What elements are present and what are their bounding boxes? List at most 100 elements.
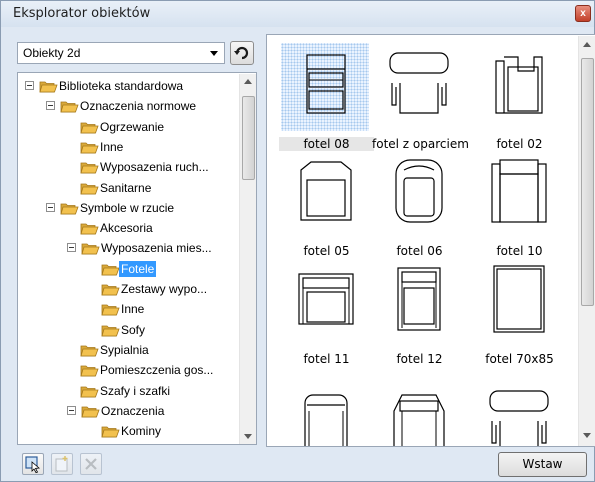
- tree-item[interactable]: Sypialnia: [18, 342, 238, 358]
- folder-icon: [81, 242, 100, 255]
- object-tile[interactable]: fotel 05: [279, 148, 377, 268]
- tree-item[interactable]: Oznaczenia normowe: [18, 98, 238, 114]
- armchair-icon: [395, 159, 443, 223]
- tree-item-label: Inne: [100, 139, 124, 154]
- tree-item[interactable]: Fotele: [18, 260, 238, 277]
- armchair-icon: [397, 267, 441, 331]
- armchair-icon: [493, 265, 545, 333]
- objects-grid[interactable]: fotel 08 fotel z oparciem fotel 02 fotel 05…: [266, 34, 595, 447]
- tree-item[interactable]: Akcesoria: [18, 220, 238, 236]
- tree-item[interactable]: Symbole w rzucie: [18, 200, 238, 216]
- insert-button-label: Wstaw: [522, 457, 563, 471]
- tree-item[interactable]: Ogrzewanie: [18, 119, 238, 135]
- tree-item-label: Wyposazenia mies...: [101, 241, 212, 256]
- object-tile[interactable]: fotel 08: [279, 41, 377, 161]
- grid-scrollbar[interactable]: [578, 36, 595, 446]
- tree-item[interactable]: Wyposazenia mies...: [18, 240, 238, 256]
- object-tile[interactable]: fotel 70x85: [472, 256, 570, 376]
- object-tile[interactable]: [279, 379, 377, 446]
- tree-item-label: Wejscia: [119, 443, 165, 444]
- tree-item-label: Sypialnia: [100, 342, 149, 357]
- scroll-up-icon[interactable]: [244, 79, 252, 84]
- armchair-icon: [495, 56, 543, 114]
- folder-icon: [81, 405, 100, 418]
- folder-icon: [101, 324, 120, 337]
- insert-button[interactable]: Wstaw: [498, 452, 587, 477]
- object-explorer-window: Eksplorator obiektów x Obiekty 2d Biblio…: [0, 0, 595, 482]
- title-bar[interactable]: Eksplorator obiektów x: [1, 1, 594, 27]
- tree-item-label: Oznaczenia normowe: [80, 99, 197, 114]
- grid-scroll-thumb[interactable]: [581, 58, 594, 306]
- add-object-button[interactable]: [51, 453, 73, 475]
- tree-item-label: Sanitarne: [100, 180, 152, 195]
- tree-item[interactable]: Wejscia: [18, 443, 238, 444]
- refresh-icon: [234, 46, 249, 60]
- collapse-icon[interactable]: [46, 101, 55, 111]
- folder-icon: [80, 121, 99, 134]
- tree-item[interactable]: Wyposazenia ruch...: [18, 159, 238, 175]
- object-tile[interactable]: fotel 06: [372, 148, 470, 268]
- tree-item[interactable]: Zestawy wypo...: [18, 281, 238, 297]
- add-page-icon: [55, 456, 68, 472]
- armchair-icon: [393, 394, 445, 446]
- armchair-icon: [300, 161, 352, 221]
- tree-scrollbar[interactable]: [239, 74, 256, 444]
- tree-item[interactable]: Sanitarne: [18, 180, 238, 196]
- collapse-icon[interactable]: [25, 81, 34, 90]
- armchair-icon: [304, 394, 348, 446]
- refresh-button[interactable]: [230, 41, 254, 65]
- scroll-up-icon[interactable]: [583, 42, 591, 47]
- armchair-icon: [389, 52, 449, 114]
- collapse-icon[interactable]: [67, 405, 76, 415]
- object-tile[interactable]: fotel 12: [372, 256, 470, 376]
- folder-icon: [80, 222, 99, 235]
- folder-icon: [101, 303, 120, 316]
- folder-icon: [80, 182, 99, 195]
- folder-icon: [101, 425, 120, 438]
- object-tile[interactable]: fotel z oparciem: [372, 41, 470, 161]
- tree-item[interactable]: Pomieszczenia gos...: [18, 362, 238, 378]
- scroll-down-icon[interactable]: [244, 434, 252, 439]
- tree-scroll-thumb[interactable]: [242, 96, 255, 180]
- object-tile[interactable]: [472, 379, 570, 446]
- object-tile[interactable]: [372, 379, 470, 446]
- tree-item[interactable]: Kominy: [18, 423, 238, 439]
- tree-item-label: Oznaczenia: [101, 403, 165, 418]
- object-tile[interactable]: fotel 02: [472, 41, 570, 161]
- tree-item-label: Inne: [121, 302, 145, 317]
- tree-item[interactable]: Sofy: [18, 322, 238, 338]
- armchair-icon: [491, 159, 547, 223]
- tree-item[interactable]: Szafy i szafki: [18, 383, 238, 399]
- armchair-icon: [489, 390, 549, 446]
- tree-item-label: Ogrzewanie: [100, 119, 165, 134]
- tree-item[interactable]: Inne: [18, 139, 238, 155]
- library-tree[interactable]: Biblioteka standardowa Oznaczenia normowe…: [17, 72, 257, 445]
- view-mode-select[interactable]: Obiekty 2d: [17, 42, 225, 64]
- folder-icon: [80, 344, 99, 357]
- cursor-select-icon: [25, 456, 40, 474]
- object-label: fotel 70x85: [485, 352, 554, 366]
- view-mode-selected-value: Obiekty 2d: [23, 46, 81, 60]
- object-label: fotel 12: [396, 352, 443, 366]
- chevron-down-icon: [210, 51, 218, 56]
- folder-icon: [80, 364, 99, 377]
- object-label: fotel 11: [303, 352, 350, 366]
- close-button[interactable]: x: [575, 5, 591, 22]
- tree-item-label: Zestawy wypo...: [121, 282, 208, 296]
- delete-object-button[interactable]: [80, 453, 102, 475]
- folder-icon: [80, 161, 99, 174]
- tree-item[interactable]: Oznaczenia: [18, 403, 238, 419]
- select-object-button[interactable]: [22, 453, 44, 475]
- folder-icon: [80, 141, 99, 154]
- object-tile[interactable]: fotel 11: [279, 256, 377, 376]
- armchair-icon: [298, 273, 354, 325]
- collapse-icon[interactable]: [46, 202, 55, 212]
- folder-icon: [60, 202, 79, 215]
- tree-item[interactable]: Inne: [18, 301, 238, 317]
- object-tile[interactable]: fotel 10: [472, 148, 570, 268]
- armchair-icon: [306, 54, 346, 114]
- scroll-down-icon[interactable]: [583, 433, 591, 438]
- tree-item[interactable]: Biblioteka standardowa: [18, 78, 238, 94]
- tree-item-label: Akcesoria: [100, 221, 153, 236]
- collapse-icon[interactable]: [67, 243, 76, 253]
